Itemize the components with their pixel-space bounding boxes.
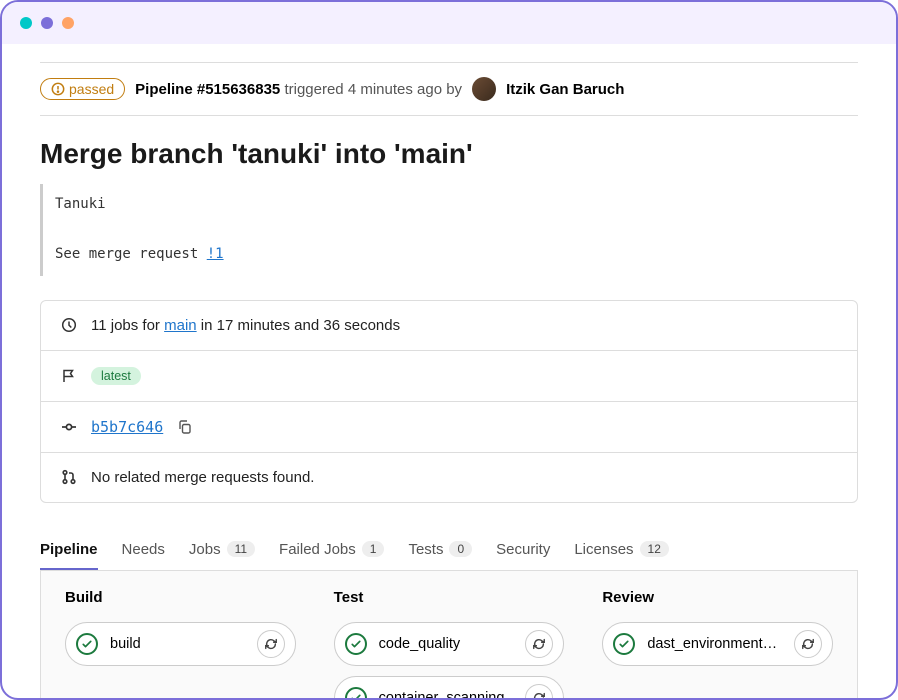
tab-needs[interactable]: Needs: [122, 531, 165, 570]
check-icon: [345, 633, 367, 655]
page-title: Merge branch 'tanuki' into 'main': [40, 138, 858, 170]
tab-bar: Pipeline Needs Jobs 11 Failed Jobs 1 Tests 0 Sec…: [40, 531, 858, 571]
tab-count: 11: [227, 541, 255, 557]
merge-requests-row: No related merge requests found.: [41, 453, 857, 502]
check-icon: [76, 633, 98, 655]
commit-sha-link[interactable]: b5b7c646: [91, 418, 163, 436]
tab-licenses[interactable]: Licenses 12: [574, 531, 669, 570]
retry-button[interactable]: [257, 630, 285, 658]
job-name: container_scanning: [379, 690, 514, 700]
job-pill[interactable]: dast_environment_deploy: [602, 622, 833, 666]
clock-icon: [61, 317, 77, 333]
job-name: build: [110, 636, 245, 652]
retry-button[interactable]: [794, 630, 822, 658]
flags-row: latest: [41, 351, 857, 402]
check-icon: [613, 633, 635, 655]
author-name[interactable]: Itzik Gan Baruch: [506, 81, 624, 98]
stage-review: Review dast_environment_deploy: [602, 589, 833, 700]
stage-name: Review: [602, 589, 833, 606]
retry-button[interactable]: [525, 684, 553, 700]
tab-count: 0: [449, 541, 472, 557]
window-titlebar: [2, 2, 896, 44]
commit-msg-line: See merge request !1: [55, 242, 858, 267]
status-badge: passed: [40, 78, 125, 100]
window-frame: passed Pipeline #515636835 triggered 4 m…: [0, 0, 898, 700]
window-min-dot[interactable]: [41, 17, 53, 29]
stage-test: Test code_quality container_scanning: [334, 589, 565, 700]
avatar[interactable]: [472, 77, 496, 101]
window-max-dot[interactable]: [62, 17, 74, 29]
job-pill[interactable]: container_scanning: [334, 676, 565, 700]
commit-message: Tanuki See merge request !1: [40, 184, 858, 276]
job-pill[interactable]: build: [65, 622, 296, 666]
tab-failed-jobs[interactable]: Failed Jobs 1: [279, 531, 384, 570]
commit-row: b5b7c646: [41, 402, 857, 453]
latest-badge: latest: [91, 367, 141, 385]
pipeline-page: passed Pipeline #515636835 triggered 4 m…: [2, 62, 896, 700]
commit-icon: [61, 419, 77, 435]
stage-name: Test: [334, 589, 565, 606]
pipeline-trigger-text: Pipeline #515636835 triggered 4 minutes …: [135, 81, 462, 98]
copy-icon[interactable]: [177, 419, 193, 435]
tab-tests[interactable]: Tests 0: [408, 531, 472, 570]
tab-label: Needs: [122, 541, 165, 558]
tab-pipeline[interactable]: Pipeline: [40, 531, 98, 570]
jobs-duration-row: 11 jobs for main in 17 minutes and 36 se…: [41, 301, 857, 351]
tab-label: Failed Jobs: [279, 541, 356, 558]
stage-build: Build build: [65, 589, 296, 700]
job-name: dast_environment_deploy: [647, 636, 782, 652]
stage-name: Build: [65, 589, 296, 606]
warning-icon: [51, 82, 65, 96]
pipeline-header: passed Pipeline #515636835 triggered 4 m…: [40, 62, 858, 116]
branch-link[interactable]: main: [164, 317, 197, 334]
tab-jobs[interactable]: Jobs 11: [189, 531, 255, 570]
tab-security[interactable]: Security: [496, 531, 550, 570]
tab-label: Licenses: [574, 541, 633, 558]
pipeline-info-panel: 11 jobs for main in 17 minutes and 36 se…: [40, 300, 858, 503]
merge-request-link[interactable]: !1: [207, 246, 224, 262]
status-badge-text: passed: [69, 81, 114, 97]
job-pill[interactable]: code_quality: [334, 622, 565, 666]
no-mr-text: No related merge requests found.: [91, 469, 314, 486]
retry-button[interactable]: [525, 630, 553, 658]
job-name: code_quality: [379, 636, 514, 652]
check-icon: [345, 687, 367, 700]
flag-icon: [61, 368, 77, 384]
tab-count: 1: [362, 541, 385, 557]
tab-label: Jobs: [189, 541, 221, 558]
pipeline-graph: Build build Test code_quality container_scan…: [40, 571, 858, 700]
merge-request-icon: [61, 469, 77, 485]
tab-label: Pipeline: [40, 541, 98, 558]
window-close-dot[interactable]: [20, 17, 32, 29]
tab-label: Security: [496, 541, 550, 558]
commit-msg-line: Tanuki: [55, 192, 858, 217]
tab-count: 12: [640, 541, 669, 557]
tab-label: Tests: [408, 541, 443, 558]
